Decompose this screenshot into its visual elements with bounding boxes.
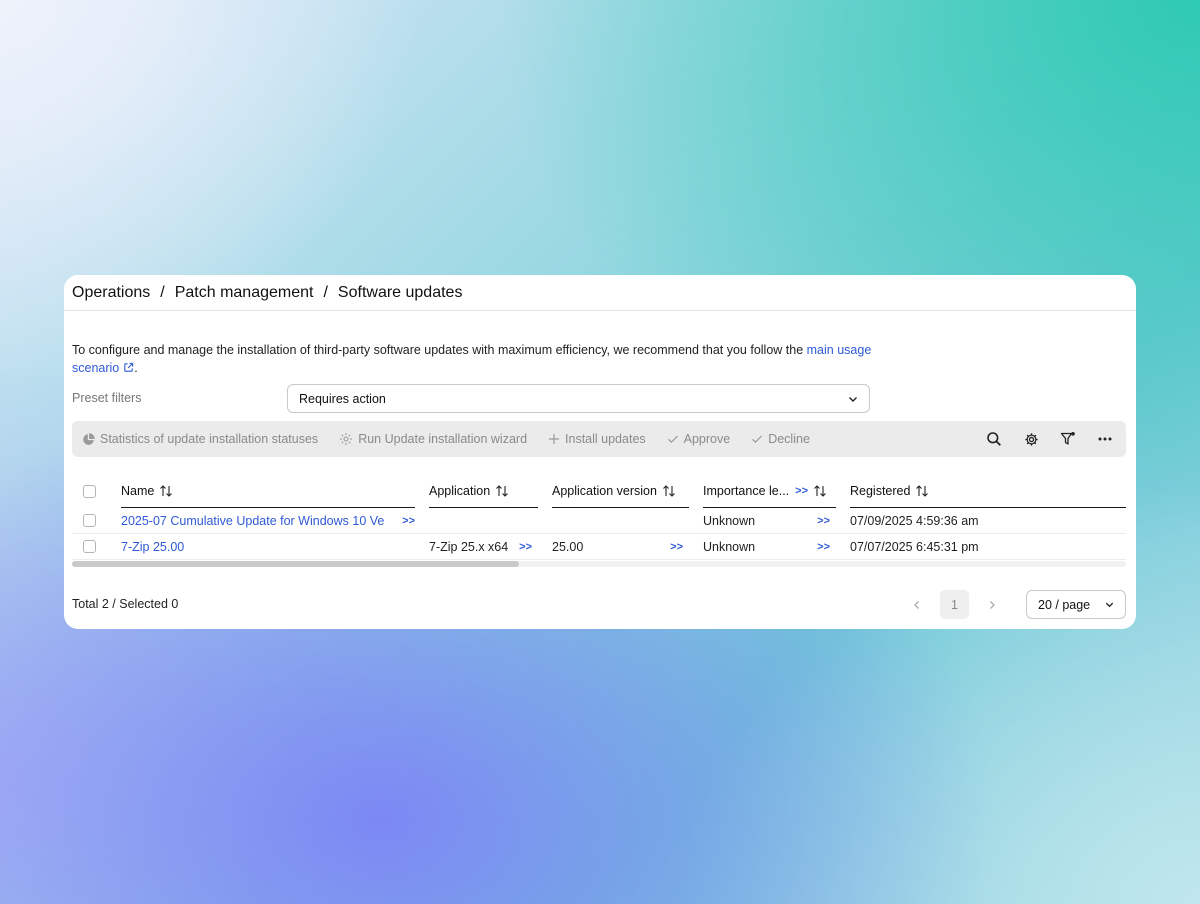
page-number-button[interactable]: 1 bbox=[940, 590, 969, 619]
column-header-importance-label: Importance le... bbox=[703, 484, 790, 498]
expand-cell-button[interactable]: >> bbox=[670, 541, 689, 553]
column-header-name-label: Name bbox=[121, 484, 155, 498]
registered-cell: 07/07/2025 6:45:31 pm bbox=[850, 539, 979, 554]
settings-button[interactable] bbox=[1020, 428, 1042, 450]
breadcrumb-patch-management[interactable]: Patch management bbox=[175, 284, 314, 302]
chevron-down-icon bbox=[1105, 602, 1114, 608]
sort-icon[interactable] bbox=[915, 485, 929, 497]
chevron-right-icon bbox=[990, 600, 995, 609]
name-cell: 2025-07 Cumulative Update for Windows 10… bbox=[121, 508, 415, 533]
breadcrumb-separator: / bbox=[160, 283, 165, 301]
application-cell bbox=[429, 508, 538, 533]
table-row[interactable]: 7-Zip 25.00 7-Zip 25.x x64 >> 25.00 >> U… bbox=[72, 534, 1126, 560]
registered-cell: 07/09/2025 4:59:36 am bbox=[850, 513, 979, 528]
preset-filters-select[interactable]: Requires action bbox=[287, 384, 870, 413]
pagination: 1 20 / page bbox=[907, 590, 1126, 619]
toolbar-actions bbox=[968, 428, 1116, 450]
version-cell: 25.00 >> bbox=[552, 534, 689, 559]
gear-icon bbox=[1024, 432, 1038, 446]
search-icon bbox=[987, 432, 1001, 446]
table-header-row: Name Application Application version Imp… bbox=[72, 475, 1126, 508]
table-row[interactable]: 2025-07 Cumulative Update for Windows 10… bbox=[72, 508, 1126, 534]
preset-filters-label: Preset filters bbox=[72, 391, 142, 405]
sort-icon[interactable] bbox=[813, 485, 827, 497]
select-all-checkbox[interactable] bbox=[82, 485, 96, 498]
info-text-body: To configure and manage the installation… bbox=[72, 343, 807, 357]
chevron-left-icon bbox=[914, 600, 919, 609]
updates-table: Name Application Application version Imp… bbox=[72, 475, 1126, 560]
software-updates-panel: Operations / Patch management / Software… bbox=[64, 275, 1136, 629]
plus-icon bbox=[549, 434, 560, 444]
wizard-icon bbox=[340, 433, 353, 445]
importance-cell: Unknown >> bbox=[703, 534, 836, 559]
run-wizard-button[interactable]: Run Update installation wizard bbox=[339, 432, 527, 446]
statistics-button[interactable]: Statistics of update installation status… bbox=[82, 432, 318, 446]
breadcrumb-operations[interactable]: Operations bbox=[72, 284, 150, 302]
breadcrumb-separator: / bbox=[323, 283, 328, 301]
info-text-suffix: . bbox=[134, 361, 138, 375]
expand-cell-button[interactable]: >> bbox=[519, 541, 538, 553]
install-updates-button-label: Install updates bbox=[565, 432, 646, 446]
sort-icon[interactable] bbox=[495, 485, 509, 497]
version-value: 25.00 bbox=[552, 539, 584, 554]
next-page-button[interactable] bbox=[982, 591, 1002, 619]
row-select-cell bbox=[72, 508, 106, 533]
filter-icon bbox=[1060, 432, 1075, 445]
check-icon bbox=[667, 435, 678, 444]
filter-button[interactable] bbox=[1057, 428, 1079, 450]
approve-button-label: Approve bbox=[683, 432, 731, 446]
importance-value: Unknown bbox=[703, 513, 756, 528]
statistics-button-label: Statistics of update installation status… bbox=[100, 432, 319, 446]
more-icon bbox=[1098, 437, 1112, 441]
application-cell: 7-Zip 25.x x64 >> bbox=[429, 534, 538, 559]
version-cell bbox=[552, 508, 689, 533]
previous-page-button[interactable] bbox=[907, 591, 927, 619]
page-size-select[interactable]: 20 / page bbox=[1026, 590, 1126, 619]
external-link-icon bbox=[124, 362, 134, 372]
column-header-application-label: Application bbox=[429, 484, 491, 498]
chevron-down-icon bbox=[849, 396, 857, 402]
decline-button[interactable]: Decline bbox=[751, 432, 810, 446]
row-checkbox[interactable] bbox=[82, 514, 96, 527]
column-header-application[interactable]: Application bbox=[429, 475, 538, 508]
update-name-link[interactable]: 7-Zip 25.00 bbox=[121, 540, 184, 554]
more-actions-button[interactable] bbox=[1094, 428, 1116, 450]
page-title: Software updates bbox=[337, 283, 463, 301]
horizontal-scrollbar[interactable] bbox=[72, 561, 1126, 567]
expand-column-button[interactable]: >> bbox=[795, 485, 808, 497]
total-selected-count: Total 2 / Selected 0 bbox=[72, 597, 179, 611]
importance-cell: Unknown >> bbox=[703, 508, 836, 533]
approve-button[interactable]: Approve bbox=[667, 432, 731, 446]
install-updates-button[interactable]: Install updates bbox=[548, 432, 646, 446]
check-icon bbox=[752, 435, 763, 444]
column-header-version[interactable]: Application version bbox=[552, 475, 689, 508]
column-header-registered[interactable]: Registered bbox=[850, 475, 1126, 508]
toolbar: Statistics of update installation status… bbox=[72, 421, 1126, 457]
update-name-link[interactable]: 2025-07 Cumulative Update for Windows 10… bbox=[121, 514, 384, 528]
expand-cell-button[interactable]: >> bbox=[817, 541, 836, 553]
search-button[interactable] bbox=[983, 428, 1005, 450]
row-select-cell bbox=[72, 534, 106, 559]
column-header-version-label: Application version bbox=[552, 484, 657, 498]
sort-icon[interactable] bbox=[662, 485, 676, 497]
preset-filters-value: Requires action bbox=[299, 391, 386, 406]
decline-button-label: Decline bbox=[768, 432, 810, 446]
application-value: 7-Zip 25.x x64 bbox=[429, 539, 509, 554]
expand-cell-button[interactable]: >> bbox=[402, 515, 415, 527]
select-all-cell bbox=[72, 475, 106, 508]
importance-value: Unknown bbox=[703, 539, 756, 554]
row-checkbox[interactable] bbox=[82, 540, 96, 553]
column-header-importance[interactable]: Importance le... >> bbox=[703, 475, 836, 508]
name-cell: 7-Zip 25.00 bbox=[121, 534, 415, 559]
scrollbar-thumb[interactable] bbox=[72, 561, 519, 567]
page-size-value: 20 / page bbox=[1038, 597, 1091, 612]
breadcrumb: Operations / Patch management / Software… bbox=[64, 275, 1136, 311]
run-wizard-button-label: Run Update installation wizard bbox=[358, 432, 528, 446]
sort-icon[interactable] bbox=[159, 485, 173, 497]
column-header-registered-label: Registered bbox=[850, 484, 911, 498]
info-text: To configure and manage the installation… bbox=[72, 341, 892, 377]
column-header-name[interactable]: Name bbox=[121, 475, 415, 508]
expand-cell-button[interactable]: >> bbox=[817, 515, 836, 527]
pie-chart-icon bbox=[83, 432, 95, 445]
